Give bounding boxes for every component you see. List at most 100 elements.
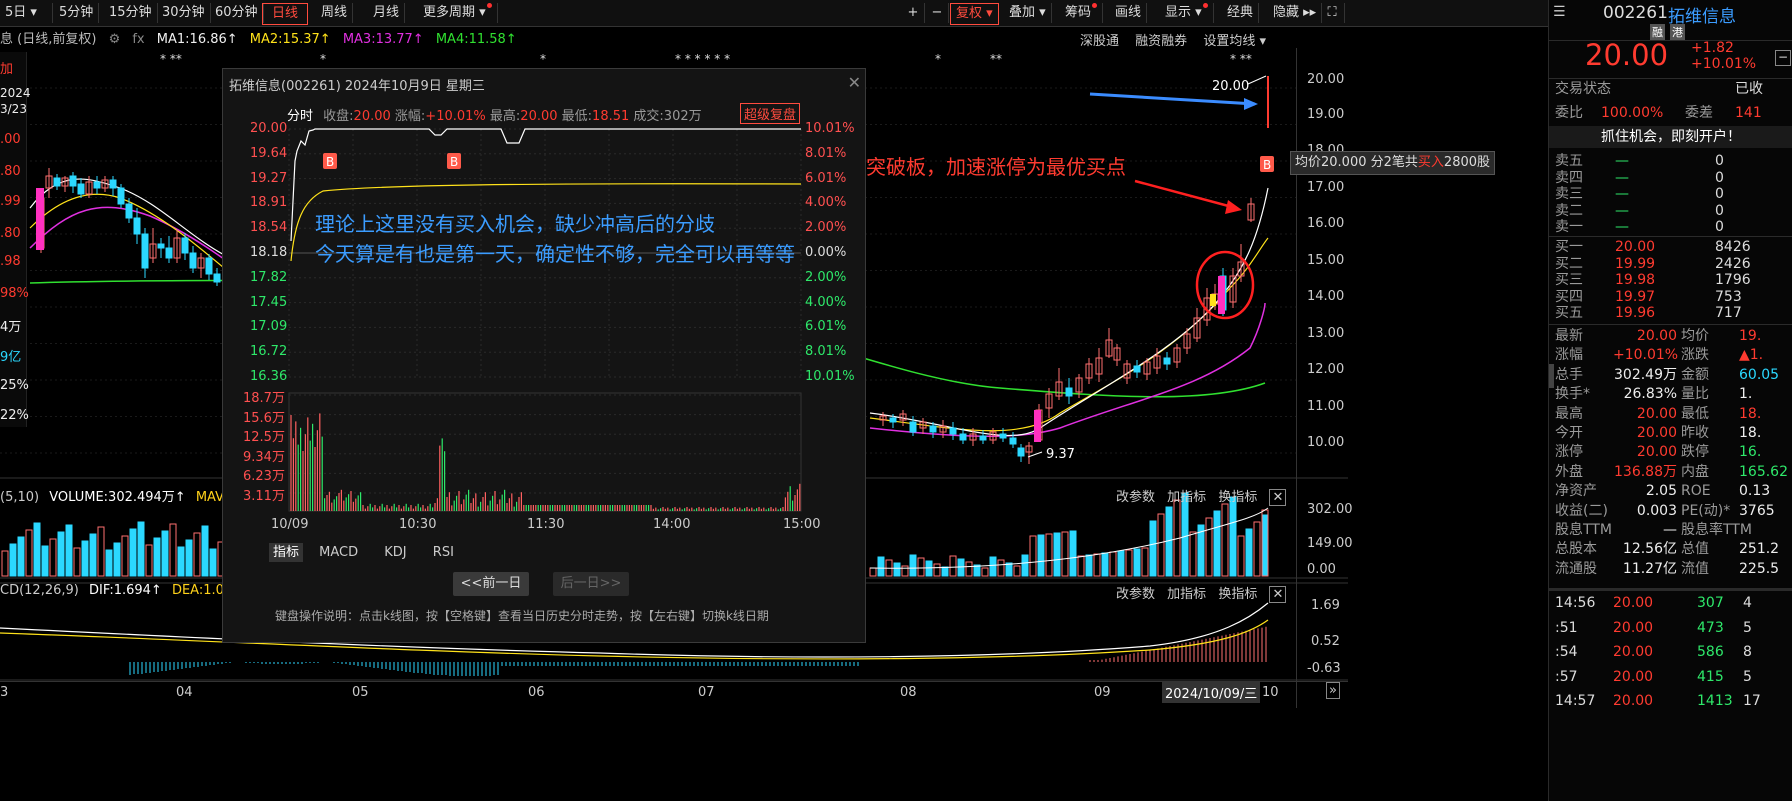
stat-label: 总股本 [1555,541,1597,558]
volume-bar [1109,551,1117,577]
menu-icon[interactable]: ☰ [1553,4,1566,20]
open-account-banner[interactable]: 抓住机会，即刻开户！ [1549,126,1792,148]
add-indicator-link[interactable]: 加指标 [1167,587,1206,602]
intraday-price-tick: 20.00 [250,121,288,136]
candle-body [889,417,897,423]
intraday-price-tick: 16.36 [250,369,288,384]
period-daily-button[interactable]: 日线 [262,3,308,25]
close-pane-icon[interactable]: ✕ [1269,489,1287,506]
set-ma-link[interactable]: 设置均线 ▾ [1203,34,1266,49]
draw-line-button[interactable]: 画线 [1110,3,1148,23]
intraday-price-tick: 17.09 [250,319,288,335]
stat-row: 总股本 12.56亿 总值 251.2 [1555,540,1779,559]
gear-icon[interactable]: ⚙ [109,32,121,47]
formula-icon[interactable]: fx [132,32,144,47]
tab-rsi[interactable]: RSI [433,545,454,560]
scroll-right-icon[interactable]: » [1326,682,1340,699]
intraday-price-tick: 18.54 [250,220,288,236]
candle-body [125,203,133,219]
add-indicator-link[interactable]: 加指标 [1167,490,1206,505]
time-tick: 10:30 [399,517,437,532]
stat-label: 股息TTM [1555,522,1612,538]
date-tick: 10 [1262,685,1279,700]
zoom-in-button[interactable]: + [902,3,925,23]
volume-bar [193,532,201,577]
popup-close-icon[interactable]: ✕ [848,73,861,92]
sgt-link[interactable]: 深股通 [1080,34,1119,49]
period-30min-button[interactable]: 30分钟 [157,3,211,23]
prev-day-button[interactable]: <<前一日 [453,572,529,596]
candle-body [999,433,1007,439]
period-weekly-button[interactable]: 周线 [316,3,354,23]
event-star-icon: * ** [1230,52,1252,66]
classic-button[interactable]: 经典 [1222,3,1260,23]
volume-bar [869,567,877,577]
order-level: 买二 [1555,255,1583,272]
switch-indicator-link[interactable]: 换指标 [1218,490,1257,505]
edit-params-link[interactable]: 改参数 [1116,587,1155,602]
order-level: 买四 [1555,288,1583,305]
zoom-out-button[interactable]: − [926,3,949,23]
volume-bar [893,562,901,577]
intraday-chart[interactable]: B B [223,121,865,531]
tick-row: :57 20.00 415 5 [1555,668,1752,687]
volume-bar [1189,531,1197,577]
left-info-5: .99 [0,194,21,209]
left-info-2: 3/23 [0,102,27,116]
chips-button[interactable]: 筹码 [1060,3,1104,23]
stat-value: 60.05 [1739,366,1780,383]
period-5day-dropdown[interactable]: 5日 ▾ [0,3,53,23]
low-price-note: 9.37 [1046,447,1075,462]
hide-button[interactable]: 隐藏 ▸▸ [1268,3,1323,23]
tick-count: 17 [1743,693,1761,709]
edit-params-link[interactable]: 改参数 [1116,490,1155,505]
time-tick: 11:30 [527,517,565,532]
fullscreen-icon[interactable]: ⛶ [1320,3,1345,23]
volume-bar [145,544,153,577]
intraday-pct-tick: 2.00% [805,220,847,236]
volume-bar [1069,530,1077,577]
collapse-icon[interactable]: − [1775,50,1791,66]
order-level: 买一 [1555,239,1583,255]
left-info-column: 加 2024 3/23 .00 .80 .99 .80 .98 98% 4万 9… [0,52,31,427]
period-5min-button[interactable]: 5分钟 [54,3,100,23]
volume-bar [933,563,941,577]
tick-price: 20.00 [1613,595,1654,611]
volume-bar [97,526,105,577]
next-day-button[interactable]: 后一日>> [553,572,629,596]
stat-value: 18. [1739,425,1762,441]
left-info-9: 4万 [0,320,22,335]
more-periods-dropdown[interactable]: 更多周期 ▾ [418,3,498,23]
candle-body [133,217,141,235]
fuquan-dropdown[interactable]: 复权 ▾ [950,3,999,25]
stat-value: 20.00 [1636,444,1677,461]
stat-label: 今开 [1555,425,1583,441]
volume-bar [161,530,169,577]
switch-indicator-link[interactable]: 换指标 [1218,587,1257,602]
volume-bar [1029,535,1037,577]
volume-bar [121,535,129,577]
tab-indicator[interactable]: 指标 [269,543,304,562]
order-level: 卖三 [1555,186,1583,202]
order-volume: 717 [1715,305,1742,321]
period-60min-button[interactable]: 60分钟 [210,3,264,23]
period-15min-button[interactable]: 15分钟 [104,3,158,23]
stat-value: 225.5 [1739,560,1780,577]
tab-macd[interactable]: MACD [319,545,358,560]
volume-bar [41,545,49,577]
volume-bar [1021,554,1029,577]
overlay-dropdown[interactable]: 叠加 ▾ [1004,3,1052,23]
annotation-line-1: 理论上这里没有买入机会，缺少冲高后的分歧 [315,212,715,236]
candle-body [36,188,44,250]
annotation-line-2: 今天算是有也是第一天，确定性不够，完全可以再等等 [315,242,795,266]
display-dropdown[interactable]: 显示 ▾ [1160,3,1214,23]
weicha-label: 委差 [1685,105,1713,121]
candle-body [189,252,197,269]
tab-kdj[interactable]: KDJ [384,545,406,560]
panel-collapse-handle[interactable] [1549,364,1554,388]
margin-link[interactable]: 融资融券 [1135,34,1187,49]
price-axis: 20.00 19.00 18.00 17.00 16.00 15.00 14.0… [1296,48,1353,708]
stat-value: 302.49万 [1614,366,1677,383]
close-pane-icon[interactable]: ✕ [1269,586,1287,603]
period-monthly-button[interactable]: 月线 [368,3,406,23]
